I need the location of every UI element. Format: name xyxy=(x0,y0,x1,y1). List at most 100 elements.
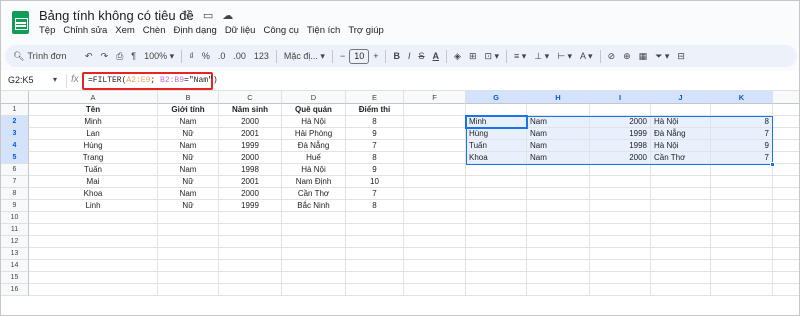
table-cell[interactable] xyxy=(466,164,527,176)
table-cell[interactable] xyxy=(590,248,651,260)
paint-format-icon[interactable]: ¶ xyxy=(131,51,136,61)
table-cell[interactable]: 10 xyxy=(346,176,404,188)
document-title[interactable]: Bảng tính không có tiêu đề xyxy=(39,8,194,23)
horizontal-align-icon[interactable]: ≡ ▾ xyxy=(514,51,526,62)
table-cell[interactable] xyxy=(404,128,466,140)
table-cell[interactable] xyxy=(651,212,711,224)
table-cell[interactable] xyxy=(404,104,466,116)
table-cell[interactable]: Trang xyxy=(29,152,158,164)
table-cell[interactable]: Minh xyxy=(29,116,158,128)
row-header[interactable]: 3 xyxy=(1,128,29,140)
table-cell[interactable]: 2000 xyxy=(219,152,282,164)
table-cell[interactable] xyxy=(527,164,590,176)
table-cell[interactable] xyxy=(404,200,466,212)
table-cell[interactable] xyxy=(527,200,590,212)
table-cell[interactable] xyxy=(527,284,590,296)
row-header[interactable]: 5 xyxy=(1,152,29,164)
table-cell[interactable] xyxy=(404,212,466,224)
table-cell[interactable] xyxy=(219,272,282,284)
table-cell[interactable] xyxy=(346,236,404,248)
table-cell[interactable]: 8 xyxy=(346,200,404,212)
table-cell[interactable] xyxy=(466,212,527,224)
table-cell[interactable] xyxy=(590,200,651,212)
table-cell[interactable] xyxy=(29,212,158,224)
table-cell[interactable] xyxy=(404,248,466,260)
table-cell[interactable] xyxy=(158,284,219,296)
table-cell[interactable] xyxy=(404,176,466,188)
strikethrough-button[interactable]: S xyxy=(419,51,425,61)
text-color-button[interactable]: A xyxy=(433,51,440,61)
text-rotate-icon[interactable]: A ▾ xyxy=(580,51,593,62)
column-header-k[interactable]: K xyxy=(711,91,773,104)
table-cell[interactable]: Nam xyxy=(158,164,219,176)
table-cell[interactable]: Nữ xyxy=(158,152,219,164)
row-header[interactable]: 12 xyxy=(1,236,29,248)
table-cell[interactable]: Mai xyxy=(29,176,158,188)
filter-result-cell[interactable]: Nam xyxy=(527,116,590,128)
column-header-a[interactable]: A xyxy=(29,91,158,104)
table-cell[interactable]: 7 xyxy=(346,140,404,152)
table-cell[interactable]: 1999 xyxy=(219,200,282,212)
table-cell[interactable] xyxy=(590,236,651,248)
undo-icon[interactable]: ↶ xyxy=(85,51,93,62)
table-cell[interactable] xyxy=(404,236,466,248)
table-cell[interactable] xyxy=(466,188,527,200)
table-cell[interactable] xyxy=(590,104,651,116)
table-cell[interactable] xyxy=(29,248,158,260)
table-cell[interactable]: 2001 xyxy=(219,176,282,188)
insert-chart-icon[interactable]: ▦ xyxy=(639,51,648,62)
table-cell[interactable] xyxy=(158,248,219,260)
filter-result-cell[interactable]: Nam xyxy=(527,128,590,140)
table-cell[interactable] xyxy=(158,272,219,284)
redo-icon[interactable]: ↷ xyxy=(101,51,109,62)
filter-result-cell[interactable]: Đà Nẵng xyxy=(651,128,711,140)
italic-button[interactable]: I xyxy=(408,51,411,61)
table-cell[interactable] xyxy=(346,260,404,272)
table-cell[interactable] xyxy=(404,224,466,236)
table-cell[interactable] xyxy=(404,152,466,164)
row-header[interactable]: 11 xyxy=(1,224,29,236)
column-header-i[interactable]: I xyxy=(590,91,651,104)
select-all-corner[interactable] xyxy=(1,91,29,104)
table-cell[interactable] xyxy=(590,260,651,272)
table-cell[interactable] xyxy=(590,176,651,188)
table-cell[interactable] xyxy=(282,272,346,284)
table-cell[interactable]: Cần Thơ xyxy=(282,188,346,200)
table-cell[interactable] xyxy=(466,248,527,260)
decrease-decimal-button[interactable]: .0 xyxy=(218,51,226,61)
table-cell[interactable]: Đà Nẵng xyxy=(282,140,346,152)
menu-item[interactable]: Trợ giúp xyxy=(348,25,383,36)
table-cell[interactable] xyxy=(527,260,590,272)
table-cell[interactable] xyxy=(711,248,773,260)
menu-item[interactable]: Chèn xyxy=(143,25,166,36)
column-header-b[interactable]: B xyxy=(158,91,219,104)
number-format-button[interactable]: 123 xyxy=(254,51,269,61)
borders-icon[interactable]: ⊞ xyxy=(469,51,477,62)
table-cell[interactable] xyxy=(466,224,527,236)
sheets-logo-icon[interactable] xyxy=(12,11,29,34)
filter-icon[interactable]: ⏷ ▾ xyxy=(655,51,669,62)
table-cell[interactable]: Nam xyxy=(158,188,219,200)
menu-item[interactable]: Chỉnh sửa xyxy=(63,25,107,36)
name-box[interactable]: G2:K5 xyxy=(8,75,34,85)
table-cell[interactable] xyxy=(346,224,404,236)
bold-button[interactable]: B xyxy=(393,51,400,61)
table-cell[interactable] xyxy=(404,260,466,272)
table-cell[interactable] xyxy=(466,104,527,116)
column-header-d[interactable]: D xyxy=(282,91,346,104)
table-cell[interactable] xyxy=(29,272,158,284)
table-cell[interactable]: 2000 xyxy=(219,116,282,128)
table-cell[interactable] xyxy=(590,164,651,176)
table-cell[interactable] xyxy=(346,272,404,284)
table-cell[interactable] xyxy=(219,284,282,296)
header-cell[interactable]: Giới tính xyxy=(158,104,219,116)
filter-result-cell[interactable]: 8 xyxy=(711,116,773,128)
table-cell[interactable]: 2000 xyxy=(219,188,282,200)
vertical-align-icon[interactable]: ⊥ ▾ xyxy=(534,51,549,62)
table-cell[interactable] xyxy=(158,224,219,236)
fill-color-icon[interactable]: ◈ xyxy=(454,51,461,62)
filter-result-cell[interactable]: Minh xyxy=(466,116,527,128)
table-cell[interactable] xyxy=(404,284,466,296)
star-icon[interactable]: ☆ xyxy=(184,9,194,22)
table-cell[interactable] xyxy=(219,260,282,272)
